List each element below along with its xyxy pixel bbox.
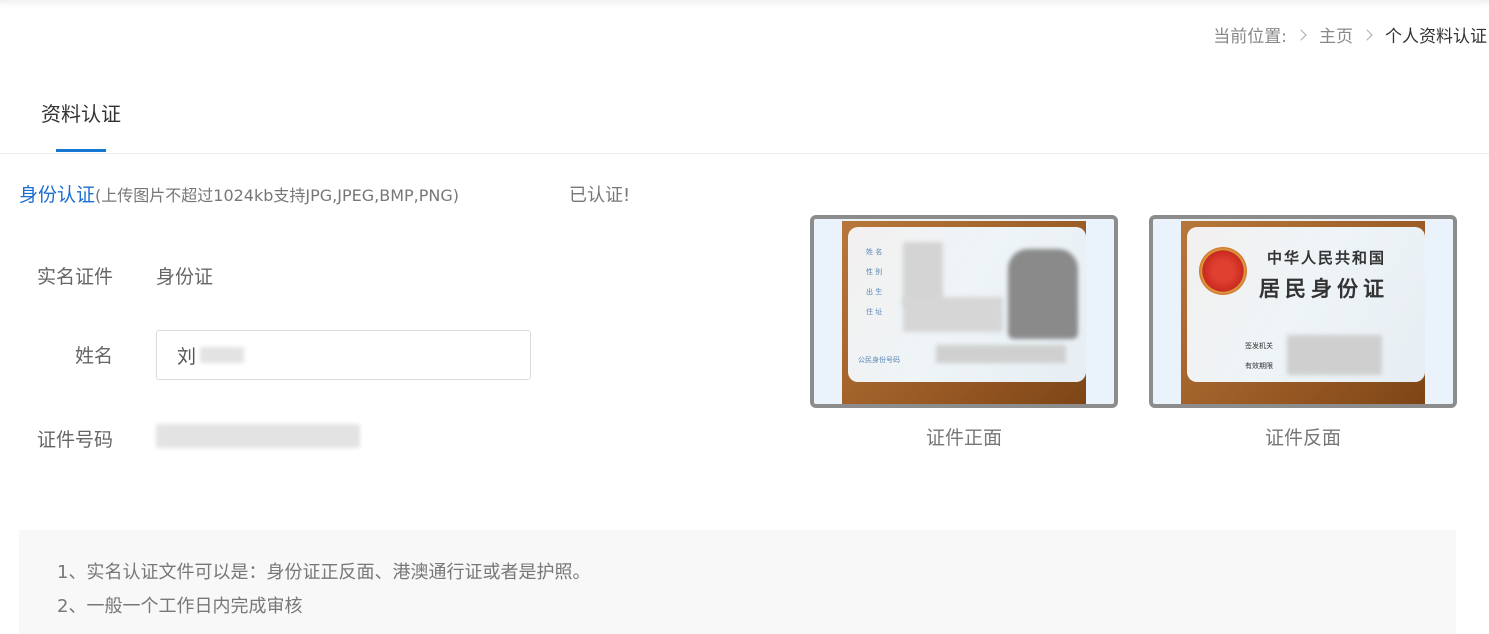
card-back-redaction <box>1287 335 1382 375</box>
card-field-id-number: 公民身份号码 <box>858 356 900 364</box>
card-field-issuer: 签发机关 <box>1245 342 1273 350</box>
back-caption: 证件反面 <box>1264 427 1341 449</box>
card-field-gender: 性 别 <box>866 268 883 276</box>
identity-title: 身份认证 <box>19 184 96 206</box>
name-value: 刘 <box>177 345 197 368</box>
top-bar: 当前位置: 主页 个人资料认证 <box>0 0 1489 66</box>
name-redaction <box>200 347 245 363</box>
id-number-redaction <box>156 424 360 448</box>
doc-type-value: 身份证 <box>156 266 214 288</box>
tab-profile-verification[interactable]: 资料认证 <box>41 98 121 127</box>
front-caption: 证件正面 <box>925 427 1002 449</box>
card-field-birth: 出 生 <box>866 288 883 296</box>
identity-section-title: 身份认证(上传图片不超过1024kb支持JPG,JPEG,BMP,PNG) <box>19 180 459 207</box>
card-back-title-2: 居民身份证 <box>1259 276 1389 301</box>
note-item: 1、实名认证文件可以是：身份证正反面、港澳通行证或者是护照。 <box>57 562 591 583</box>
tab-active-indicator <box>56 149 106 152</box>
card-back-photo: 中华人民共和国 居民身份证 签发机关 有效期限 <box>1181 221 1425 404</box>
card-front-photo: 姓 名 性 别 出 生 住 址 公民身份号码 <box>842 221 1086 404</box>
id-number-value <box>156 424 360 448</box>
card-field-validity: 有效期限 <box>1245 362 1273 370</box>
name-field[interactable]: 刘 <box>156 330 531 380</box>
upload-hint: (上传图片不超过1024kb支持JPG,JPEG,BMP,PNG) <box>95 186 459 205</box>
chevron-right-icon <box>1295 28 1307 41</box>
card-number-redaction <box>936 345 1066 363</box>
card-field-name: 姓 名 <box>866 248 883 256</box>
doc-type-label: 实名证件 <box>36 266 113 288</box>
breadcrumb-current: 个人资料认证 <box>1385 27 1487 47</box>
tab-bar: 资料认证 <box>0 66 1489 154</box>
id-number-label: 证件号码 <box>36 429 113 451</box>
id-card-front-image[interactable]: 姓 名 性 别 出 生 住 址 公民身份号码 <box>810 215 1118 408</box>
card-text-redaction <box>903 297 1003 332</box>
note-item: 2、一般一个工作日内完成审核 <box>57 596 303 617</box>
breadcrumb-prefix: 当前位置: <box>1213 27 1287 47</box>
national-emblem-icon <box>1199 247 1247 295</box>
card-field-address: 住 址 <box>866 308 883 316</box>
card-back-surface: 中华人民共和国 居民身份证 签发机关 有效期限 <box>1187 227 1425 382</box>
card-front-surface: 姓 名 性 别 出 生 住 址 公民身份号码 <box>848 227 1086 382</box>
card-portrait-redaction <box>1008 249 1078 339</box>
chevron-right-icon <box>1361 28 1373 41</box>
breadcrumb: 当前位置: 主页 个人资料认证 <box>1213 22 1487 47</box>
id-card-back-image[interactable]: 中华人民共和国 居民身份证 签发机关 有效期限 <box>1149 215 1457 408</box>
breadcrumb-home-link[interactable]: 主页 <box>1319 22 1353 47</box>
card-back-title-1: 中华人民共和国 <box>1267 249 1387 267</box>
notes-panel: 1、实名认证文件可以是：身份证正反面、港澳通行证或者是护照。 2、一般一个工作日… <box>19 530 1456 634</box>
name-label: 姓名 <box>74 345 113 367</box>
verification-status: 已认证! <box>569 185 631 206</box>
